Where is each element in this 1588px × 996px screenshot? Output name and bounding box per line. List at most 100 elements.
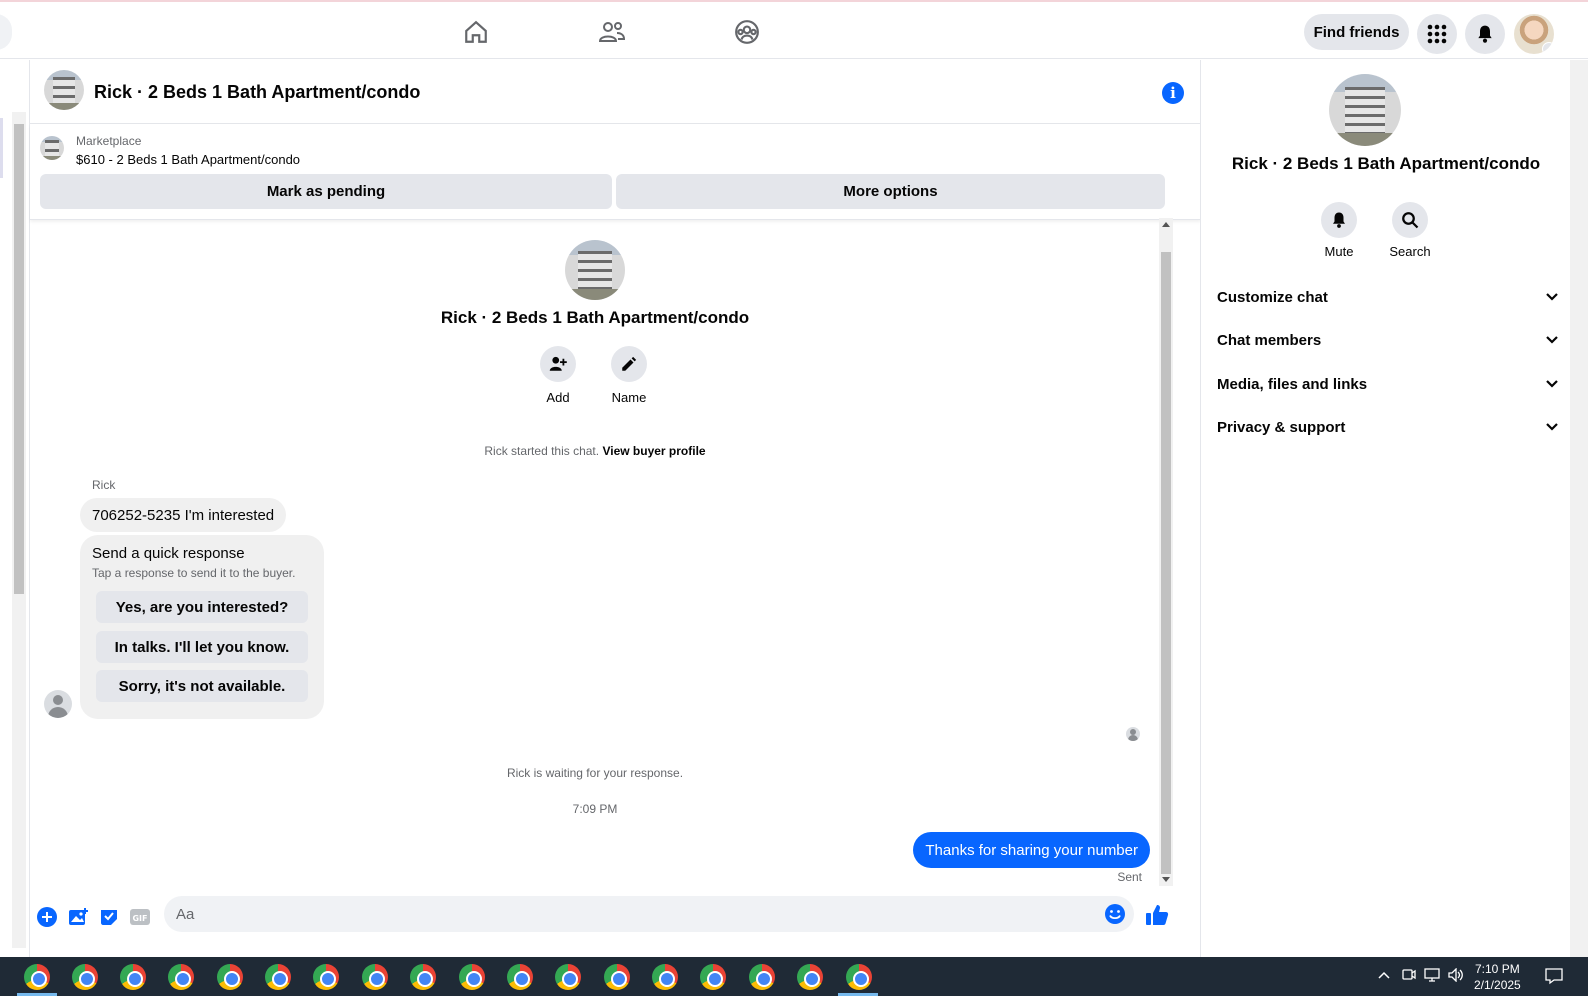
- message-scrollbar-thumb[interactable]: [1161, 252, 1171, 874]
- add-person-icon: [540, 346, 576, 382]
- svg-text:GIF: GIF: [132, 914, 147, 923]
- sender-avatar[interactable]: [44, 690, 72, 718]
- search-conversation-button[interactable]: Search: [1380, 202, 1440, 259]
- groups-icon[interactable]: [731, 16, 763, 48]
- search-icon: [1392, 202, 1428, 238]
- quick-response-option[interactable]: Yes, are you interested?: [96, 591, 308, 623]
- add-people-button[interactable]: Add: [528, 346, 588, 405]
- chrome-app-icon[interactable]: [265, 964, 291, 990]
- incoming-message-bubble[interactable]: 706252-5235 I'm interested: [80, 498, 287, 532]
- network-icon[interactable]: [1424, 968, 1440, 985]
- chrome-app-icon[interactable]: [168, 964, 194, 990]
- quick-response-option[interactable]: In talks. I'll let you know.: [96, 631, 308, 663]
- show-hidden-icons-chevron-icon[interactable]: [1378, 968, 1390, 983]
- bell-icon: [1321, 202, 1357, 238]
- chrome-app-icon[interactable]: [749, 964, 775, 990]
- chrome-app-icon[interactable]: [72, 964, 98, 990]
- chrome-app-icon[interactable]: [555, 964, 581, 990]
- quick-response-option[interactable]: Sorry, it's not available.: [96, 670, 308, 702]
- chevron-down-icon: [1542, 42, 1554, 54]
- details-title: Rick · 2 Beds 1 Bath Apartment/condo: [1231, 154, 1541, 173]
- search-label: Search: [1389, 244, 1431, 259]
- chat-header: Rick · 2 Beds 1 Bath Apartment/condo i: [30, 60, 1201, 124]
- message-scrollbar[interactable]: [1159, 218, 1173, 886]
- chevron-down-icon: [1546, 293, 1558, 301]
- waiting-notice: Rick is waiting for your response.: [506, 766, 684, 780]
- chevron-down-icon: [1546, 380, 1558, 388]
- search-field-stub[interactable]: [0, 14, 12, 50]
- mute-label: Mute: [1324, 244, 1354, 259]
- profile-avatar[interactable]: [1514, 14, 1554, 54]
- photo-icon[interactable]: [67, 906, 89, 928]
- home-icon[interactable]: [460, 16, 492, 48]
- chat-intro-title: Rick · 2 Beds 1 Bath Apartment/condo: [440, 308, 750, 327]
- friends-icon[interactable]: [596, 16, 628, 48]
- info-icon[interactable]: i: [1162, 82, 1184, 104]
- chrome-app-icon[interactable]: [217, 964, 243, 990]
- sticker-icon[interactable]: [98, 906, 120, 928]
- sender-name: Rick: [92, 478, 116, 492]
- edit-name-button[interactable]: Name: [599, 346, 659, 405]
- section-label: Privacy & support: [1217, 418, 1346, 436]
- outgoing-message-bubble[interactable]: Thanks for sharing your number: [913, 832, 1150, 868]
- message-timestamp: 7:09 PM: [572, 802, 618, 816]
- notification-center-icon[interactable]: [1545, 967, 1563, 988]
- view-buyer-profile-link[interactable]: View buyer profile: [602, 444, 705, 458]
- section-privacy-support[interactable]: Privacy & support: [1217, 412, 1559, 442]
- volume-icon[interactable]: [1448, 967, 1464, 985]
- chrome-app-icon[interactable]: [797, 964, 823, 990]
- listing-photo-avatar[interactable]: [44, 70, 84, 110]
- chat-intro-photo: [565, 240, 625, 300]
- listing-thumbnail[interactable]: [40, 136, 64, 160]
- quick-response-title: Send a quick response: [92, 545, 245, 562]
- name-label: Name: [611, 390, 647, 405]
- thumbs-up-icon[interactable]: [1144, 902, 1170, 928]
- emoji-icon[interactable]: [1104, 903, 1126, 930]
- listing-price-title[interactable]: $610 - 2 Beds 1 Bath Apartment/condo: [76, 152, 300, 167]
- scroll-down-arrow-icon[interactable]: [1162, 877, 1170, 882]
- clock-time: 7:10 PM: [1475, 962, 1520, 976]
- page-scrollbar[interactable]: [1570, 60, 1588, 957]
- scroll-up-arrow-icon[interactable]: [1162, 222, 1170, 227]
- quick-response-subtitle: Tap a response to send it to the buyer.: [92, 566, 296, 580]
- gif-icon[interactable]: GIF: [129, 906, 151, 928]
- details-photo: [1329, 74, 1401, 146]
- plus-circle-icon[interactable]: [36, 906, 58, 928]
- message-composer: GIF: [30, 892, 1201, 942]
- chrome-app-icon[interactable]: [700, 964, 726, 990]
- section-customize-chat[interactable]: Customize chat: [1217, 282, 1559, 312]
- message-list: Rick · 2 Beds 1 Bath Apartment/condo Add…: [30, 222, 1180, 952]
- chrome-app-icon[interactable]: [604, 964, 630, 990]
- find-friends-button[interactable]: Find friends: [1304, 14, 1409, 50]
- message-status: Sent: [1117, 870, 1142, 884]
- chat-started-notice: Rick started this chat. View buyer profi…: [30, 444, 1160, 458]
- chat-title[interactable]: Rick · 2 Beds 1 Bath Apartment/condo: [94, 82, 420, 103]
- top-navigation-bar: Find friends: [0, 0, 1588, 59]
- mark-as-pending-button[interactable]: Mark as pending: [40, 174, 612, 209]
- read-receipt-avatar: [1126, 727, 1140, 741]
- chrome-app-icon[interactable]: [652, 964, 678, 990]
- chrome-app-icon[interactable]: [313, 964, 339, 990]
- chrome-app-icon[interactable]: [410, 964, 436, 990]
- menu-grid-icon[interactable]: [1417, 14, 1457, 54]
- marketplace-label: Marketplace: [76, 134, 142, 148]
- marketplace-bar: Marketplace $610 - 2 Beds 1 Bath Apartme…: [30, 124, 1201, 220]
- section-media-files-links[interactable]: Media, files and links: [1217, 369, 1559, 399]
- left-scrollbar-thumb[interactable]: [14, 124, 24, 594]
- chrome-app-icon[interactable]: [507, 964, 533, 990]
- meet-now-icon[interactable]: [1402, 968, 1416, 985]
- section-label: Media, files and links: [1217, 375, 1368, 393]
- more-options-button[interactable]: More options: [616, 174, 1165, 209]
- section-chat-members[interactable]: Chat members: [1217, 325, 1559, 355]
- chrome-app-icon[interactable]: [120, 964, 146, 990]
- left-scrollbar[interactable]: [12, 112, 26, 948]
- chrome-app-icon[interactable]: [24, 964, 50, 990]
- notifications-bell-icon[interactable]: [1465, 14, 1505, 54]
- chrome-app-icon[interactable]: [846, 964, 872, 990]
- chrome-app-icon[interactable]: [362, 964, 388, 990]
- chrome-app-icon[interactable]: [459, 964, 485, 990]
- message-input[interactable]: [164, 896, 1084, 932]
- system-clock[interactable]: 7:10 PM 2/1/2025: [1474, 961, 1521, 993]
- chat-details-panel: Rick · 2 Beds 1 Bath Apartment/condo Mut…: [1200, 60, 1570, 957]
- mute-button[interactable]: Mute: [1309, 202, 1369, 259]
